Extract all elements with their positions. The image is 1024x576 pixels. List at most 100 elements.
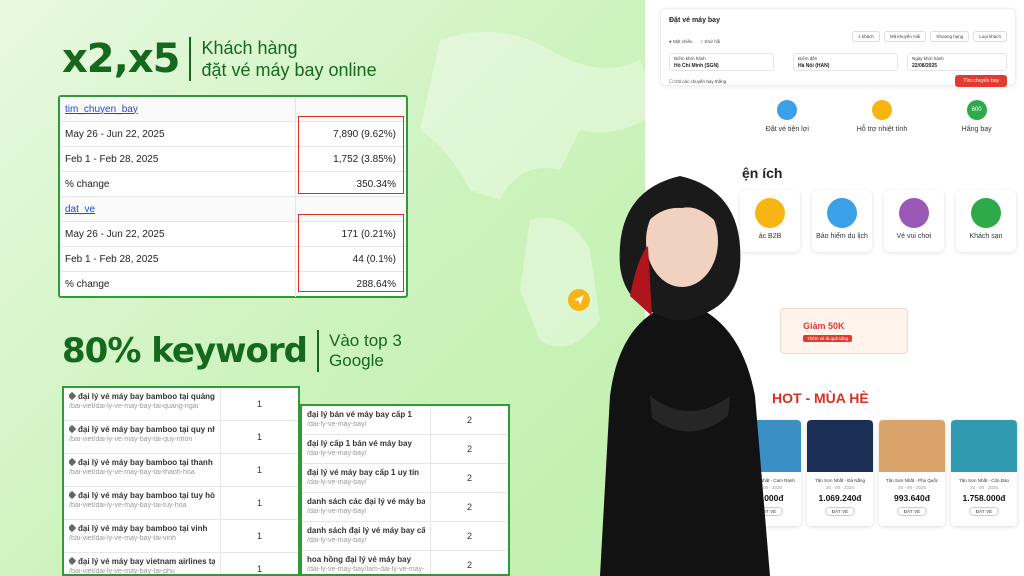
event-name-link[interactable]: tim_chuyen_bay — [60, 104, 295, 115]
feature-item: 600 Hãng bay — [932, 100, 1022, 133]
direct-flight-checkbox[interactable]: ☐ Chỉ các chuyến bay thẳng — [669, 79, 726, 85]
list-item: đại lý vé máy bay vietnam airlines tại p… — [64, 553, 298, 574]
cabin-class-select[interactable]: Khoang hạng — [930, 31, 970, 42]
list-item: hoa hồng đại lý vé máy bay/dai-ly-ve-may… — [302, 551, 508, 574]
keyword-text: danh sách các đại lý vé máy bay cấp 1 — [307, 497, 425, 506]
keyword-url[interactable]: /bai-viet/dai-ly-ve-may-bay-tai-tuy-hoa — [69, 502, 215, 509]
row-label: % change — [65, 279, 110, 290]
keyword-rank-table-right: đại lý bán vé máy bay cấp 1/dai-ly-ve-ma… — [300, 404, 510, 576]
keyword-rank: 1 — [220, 520, 298, 552]
keyword-text: đại lý vé máy bay bamboo tại quy nhơn — [78, 425, 215, 434]
promo-code-select[interactable]: Mã khuyến mãi — [883, 31, 927, 42]
keyword-rank: 1 — [220, 454, 298, 486]
headline-growth: x2,x5 Khách hàng đặt vé máy bay online — [62, 36, 377, 82]
keyword-rank: 2 — [430, 406, 508, 434]
keyword-url[interactable]: /dai-ly-ve-may-bay/ — [307, 537, 425, 544]
headline-keyword: 80% keyword Vào top 3 Google — [62, 330, 402, 372]
deal-image — [879, 420, 945, 472]
keyword-text: đại lý bán vé máy bay cấp 1 — [307, 410, 412, 419]
keyword-rank: 1 — [220, 388, 298, 420]
keyword-text: đại lý cấp 1 bán vé máy bay — [307, 439, 412, 448]
list-item: đại lý vé máy bay bamboo tại quảng ngãi /… — [64, 388, 298, 421]
headline-divider — [317, 330, 320, 372]
tag-icon — [69, 458, 77, 467]
row-label: Feb 1 - Feb 28, 2025 — [65, 153, 159, 165]
keyword-url[interactable]: /bai-viet/dai-ly-ve-may-bay-tai-phu — [69, 568, 215, 574]
analytics-stats-table: tim_chuyen_bay May 26 - Jun 22, 2025 7,8… — [58, 95, 408, 298]
utility-insurance[interactable]: Bảo hiểm du lịch — [812, 190, 872, 252]
deal-card[interactable]: Tân Sơn Nhất - Côn Đảo 28 - 06 - 2025 1.75… — [951, 420, 1017, 526]
tag-icon — [69, 524, 77, 533]
passenger-type-select[interactable]: Loại khách — [973, 31, 1007, 42]
row-label: May 26 - Jun 22, 2025 — [65, 228, 165, 240]
list-item: đại lý cấp 1 bán vé máy bay/dai-ly-ve-ma… — [302, 435, 508, 464]
keyword-url[interactable]: /dai-ly-ve-may-bay/ — [307, 450, 425, 457]
highlight-box-2 — [298, 214, 404, 292]
caption-line-2: Google — [329, 351, 384, 370]
keyword-rank: 2 — [430, 493, 508, 521]
booking-options: 1 khách Mã khuyến mãi Khoang hạng Loại k… — [852, 31, 1007, 42]
keyword-rank: 2 — [430, 435, 508, 463]
keyword-rank: 1 — [220, 421, 298, 453]
deal-price: 993.640đ — [894, 493, 930, 503]
keyword-url[interactable]: /dai-ly-ve-may-bay/ — [307, 508, 425, 515]
departure-date-field[interactable]: Ngày khởi hành 22/08/2025 — [907, 53, 1007, 71]
list-item: đại lý bán vé máy bay cấp 1/dai-ly-ve-ma… — [302, 406, 508, 435]
feature-item: Hỗ trợ nhiệt tình — [837, 100, 927, 133]
caption-line-2: đặt vé máy bay online — [201, 60, 377, 80]
deal-card[interactable]: Tân Sơn Nhất - Đà Nẵng 26 - 06 - 2025 1.06… — [807, 420, 873, 526]
headline-divider — [189, 37, 192, 81]
hotel-icon — [971, 198, 1001, 228]
deal-price: 1.758.000đ — [962, 493, 1006, 503]
list-item: đại lý vé máy bay bamboo tại tuy hòa/bai… — [64, 487, 298, 520]
keyword-text: đại lý vé máy bay bamboo tại quảng ngãi — [78, 392, 215, 401]
tag-icon — [69, 392, 77, 401]
flight-booking-form: Đặt vé máy bay 1 khách Mã khuyến mãi Kho… — [660, 8, 1016, 87]
book-button[interactable]: ĐẶT VÉ — [824, 507, 856, 516]
highlight-box-1 — [298, 116, 404, 194]
keyword-url[interactable]: /bai-viet/dai-ly-ve-may-bay-tai-quang-ng… — [69, 403, 215, 410]
row-label: May 26 - Jun 22, 2025 — [65, 128, 165, 140]
list-item: danh sách đại lý vé máy bay cấp 1/dai-ly… — [302, 522, 508, 551]
book-button[interactable]: ĐẶT VÉ — [896, 507, 928, 516]
keyword-url[interactable]: /bai-viet/dai-ly-ve-may-bay-tai-thanh-ho… — [69, 469, 215, 476]
destination-field[interactable]: Điểm đến Hà Nội (HAN) — [793, 53, 898, 71]
book-button[interactable]: ĐẶT VÉ — [968, 507, 1000, 516]
deal-card[interactable]: Tân Sơn Nhất - Phú Quốc 26 - 06 - 2025 993… — [879, 420, 945, 526]
keyword-rank: 2 — [430, 522, 508, 550]
castle-icon — [899, 198, 929, 228]
headline-keyword-caption: Vào top 3 Google — [329, 331, 402, 371]
headline-growth-caption: Khách hàng đặt vé máy bay online — [201, 37, 376, 81]
utility-hotel[interactable]: Khách sạn — [956, 190, 1016, 252]
deal-price: 1.069.240đ — [818, 493, 862, 503]
keyword-text: đại lý vé máy bay vietnam airlines tại p… — [78, 557, 215, 566]
utility-amusement[interactable]: Vé vui chơi — [884, 190, 944, 252]
search-flight-button[interactable]: Tìm chuyến bay — [955, 75, 1007, 87]
trip-type-radios: ● Một chiều ○ Khứ hồi — [669, 39, 720, 44]
keyword-text: đại lý vé máy bay bamboo tại vinh — [78, 524, 208, 533]
keyword-url[interactable]: /dai-ly-ve-may-bay/ — [307, 421, 425, 428]
keyword-url[interactable]: /dai-ly-ve-may-bay/ — [307, 479, 425, 486]
promo-sub-text: Thêm vé là quà tặng — [803, 335, 853, 342]
radio-one-way[interactable]: ● Một chiều — [669, 39, 692, 44]
origin-field[interactable]: Điểm khởi hành Hồ Chí Minh (SGN) — [669, 53, 774, 71]
tag-icon — [69, 491, 77, 500]
event-name-link[interactable]: dat_ve — [60, 204, 295, 215]
passenger-select[interactable]: 1 khách — [852, 31, 880, 42]
keyword-url[interactable]: /dai-ly-ve-may-bay/lam-dai-ly-ve-may-bay… — [307, 566, 425, 573]
send-icon[interactable] — [568, 289, 590, 311]
list-item: đại lý vé máy bay cấp 1 uy tín/dai-ly-ve… — [302, 464, 508, 493]
deal-image — [951, 420, 1017, 472]
presenter-photo — [600, 176, 770, 576]
keyword-rank: 1 — [220, 487, 298, 519]
radio-round-trip[interactable]: ○ Khứ hồi — [700, 39, 720, 44]
row-label: % change — [65, 178, 110, 190]
keyword-rank: 2 — [430, 551, 508, 574]
keyword-text: danh sách đại lý vé máy bay cấp 1 — [307, 526, 425, 535]
keyword-rank: 2 — [430, 464, 508, 492]
keyword-rank: 1 — [220, 553, 298, 574]
keyword-url[interactable]: /bai-viet/dai-ly-ve-may-bay-tai-vinh — [69, 535, 215, 542]
promo-main-text: Giảm 50K — [803, 321, 845, 331]
keyword-url[interactable]: /bai-viet/dai-ly-ve-may-bay-tai-quy-nhon — [69, 436, 215, 443]
caption-line-1: Khách hàng — [201, 38, 298, 58]
